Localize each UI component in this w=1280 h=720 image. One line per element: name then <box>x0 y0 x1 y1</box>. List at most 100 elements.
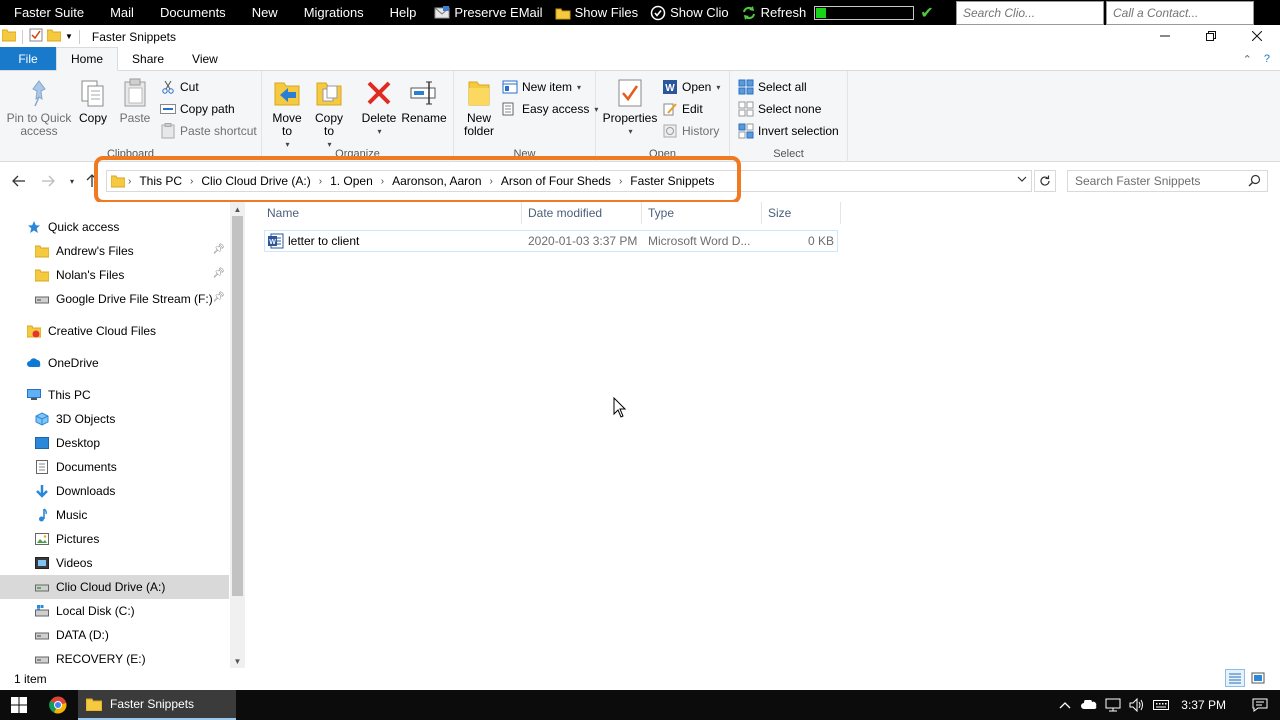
search-clio-input[interactable] <box>956 1 1104 25</box>
paste-shortcut-button[interactable]: Paste shortcut <box>160 121 257 141</box>
volume-icon[interactable] <box>1125 690 1149 720</box>
preserve-email-button[interactable]: Preserve EMail <box>428 0 548 25</box>
nav-documents[interactable]: Documents <box>0 455 229 479</box>
help-icon[interactable]: ? <box>1264 53 1270 66</box>
breadcrumb-arson[interactable]: Arson of Four Sheds <box>496 174 616 188</box>
minimize-button[interactable] <box>1142 25 1188 47</box>
address-dropdown-icon[interactable] <box>1015 174 1029 185</box>
move-to-button[interactable]: Move to ▾ <box>270 77 304 151</box>
column-header-size[interactable]: Size <box>762 202 841 224</box>
new-item-button[interactable]: New item ▾ <box>502 77 581 97</box>
table-row[interactable]: W letter to client 2020-01-03 3:37 PM Mi… <box>264 230 838 252</box>
new-folder-qat-icon[interactable] <box>46 28 62 45</box>
chrome-taskbar-icon[interactable] <box>44 690 72 720</box>
column-header-type[interactable]: Type <box>642 202 762 224</box>
nav-onedrive[interactable]: OneDrive <box>0 351 229 375</box>
paste-button[interactable]: Paste <box>116 77 154 125</box>
nav-this-pc[interactable]: This PC <box>0 383 229 407</box>
select-all-button[interactable]: Select all <box>738 77 807 97</box>
properties-button[interactable]: Properties ▾ <box>602 77 658 138</box>
invert-selection-button[interactable]: Invert selection <box>738 121 839 141</box>
column-header-date-modified[interactable]: Date modified <box>522 202 642 224</box>
easy-access-button[interactable]: Easy access ▾ <box>502 99 598 119</box>
new-folder-button[interactable]: New folder <box>460 77 498 138</box>
breadcrumb-faster-snippets[interactable]: Faster Snippets <box>625 174 719 188</box>
nav-nolans-files[interactable]: Nolan's Files 📌︎ <box>0 263 229 287</box>
cut-button[interactable]: Cut <box>160 77 199 97</box>
breadcrumb-open[interactable]: 1. Open <box>325 174 378 188</box>
nav-local-disk-c[interactable]: Local Disk (C:) <box>0 599 229 623</box>
back-arrow-icon[interactable] <box>9 170 29 192</box>
onedrive-tray-icon[interactable] <box>1077 690 1101 720</box>
search-faster-snippets-input[interactable]: Search Faster Snippets <box>1067 170 1268 192</box>
chevron-right-icon[interactable]: › <box>378 176 387 187</box>
column-header-name[interactable]: Name <box>261 202 522 224</box>
recent-locations-icon[interactable]: ▾ <box>62 170 82 192</box>
open-button[interactable]: W Open ▾ <box>662 77 720 97</box>
action-center-icon[interactable] <box>1240 690 1280 720</box>
nav-videos[interactable]: Videos <box>0 551 229 575</box>
copy-button[interactable]: Copy <box>76 77 110 125</box>
restore-button[interactable] <box>1188 25 1234 47</box>
copy-path-button[interactable]: Copy path <box>160 99 235 119</box>
rename-button[interactable]: Rename <box>401 77 447 125</box>
windows-start-icon[interactable] <box>0 690 38 720</box>
breadcrumb-clio-cloud-drive[interactable]: Clio Cloud Drive (A:) <box>196 174 315 188</box>
tab-view[interactable]: View <box>178 47 232 70</box>
history-button[interactable]: History <box>662 121 719 141</box>
chevron-up-icon[interactable] <box>1053 690 1077 720</box>
nav-quick-access[interactable]: Quick access <box>0 215 229 239</box>
scroll-thumb[interactable] <box>232 216 243 596</box>
close-button[interactable] <box>1234 25 1280 47</box>
tab-file[interactable]: File <box>0 47 56 70</box>
details-view-icon[interactable] <box>1225 669 1245 687</box>
nav-desktop[interactable]: Desktop <box>0 431 229 455</box>
tab-share[interactable]: Share <box>118 47 178 70</box>
refresh-button[interactable]: Refresh <box>735 0 813 25</box>
show-clio-button[interactable]: Show Clio <box>644 0 735 25</box>
breadcrumb-this-pc[interactable]: This PC <box>134 174 187 188</box>
qat-dropdown-icon[interactable]: ▼ <box>65 32 73 41</box>
delete-button[interactable]: Delete ▾ <box>360 77 398 138</box>
nav-google-drive[interactable]: Google Drive File Stream (F:) 📌︎ <box>0 287 229 311</box>
call-contact-input[interactable] <box>1106 1 1254 25</box>
select-none-button[interactable]: Select none <box>738 99 821 119</box>
up-arrow-icon[interactable] <box>82 170 102 192</box>
scroll-down-icon[interactable]: ▼ <box>230 654 245 668</box>
chevron-right-icon[interactable]: › <box>487 176 496 187</box>
file-explorer-taskbar-button[interactable]: Faster Snippets <box>78 690 236 720</box>
menu-documents[interactable]: Documents <box>146 0 238 25</box>
menu-mail[interactable]: Mail <box>96 0 146 25</box>
chevron-right-icon[interactable]: › <box>187 176 196 187</box>
nav-data-d[interactable]: DATA (D:) <box>0 623 229 647</box>
keyboard-icon[interactable] <box>1149 690 1173 720</box>
chevron-right-icon[interactable]: › <box>316 176 325 187</box>
address-bar[interactable]: › This PC › Clio Cloud Drive (A:) › 1. O… <box>106 170 1032 192</box>
show-files-button[interactable]: Show Files <box>549 0 645 25</box>
scroll-up-icon[interactable]: ▲ <box>230 202 245 216</box>
menu-new[interactable]: New <box>238 0 290 25</box>
collapse-ribbon-icon[interactable]: ⌃ <box>1243 53 1252 66</box>
copy-to-button[interactable]: Copy to ▾ <box>312 77 346 151</box>
nav-creative-cloud[interactable]: Creative Cloud Files <box>0 319 229 343</box>
nav-music[interactable]: Music <box>0 503 229 527</box>
nav-andrews-files[interactable]: Andrew's Files 📌︎ <box>0 239 229 263</box>
nav-scrollbar[interactable]: ▲ ▼ <box>230 202 245 668</box>
taskbar-clock[interactable]: 3:37 PM <box>1173 698 1240 712</box>
forward-arrow-icon[interactable] <box>38 170 58 192</box>
nav-pictures[interactable]: Pictures <box>0 527 229 551</box>
tab-home[interactable]: Home <box>56 47 119 71</box>
nav-3d-objects[interactable]: 3D Objects <box>0 407 229 431</box>
menu-help[interactable]: Help <box>376 0 429 25</box>
nav-clio-cloud-drive[interactable]: Clio Cloud Drive (A:) <box>0 575 229 599</box>
large-icons-view-icon[interactable] <box>1248 669 1268 687</box>
refresh-icon[interactable] <box>1034 170 1056 192</box>
menu-faster-suite[interactable]: Faster Suite <box>0 0 96 25</box>
breadcrumb-aaronson[interactable]: Aaronson, Aaron <box>387 174 486 188</box>
menu-migrations[interactable]: Migrations <box>290 0 376 25</box>
nav-downloads[interactable]: Downloads <box>0 479 229 503</box>
network-icon[interactable] <box>1101 690 1125 720</box>
edit-button[interactable]: Edit <box>662 99 703 119</box>
chevron-right-icon[interactable]: › <box>616 176 625 187</box>
properties-qat-icon[interactable] <box>29 28 43 45</box>
